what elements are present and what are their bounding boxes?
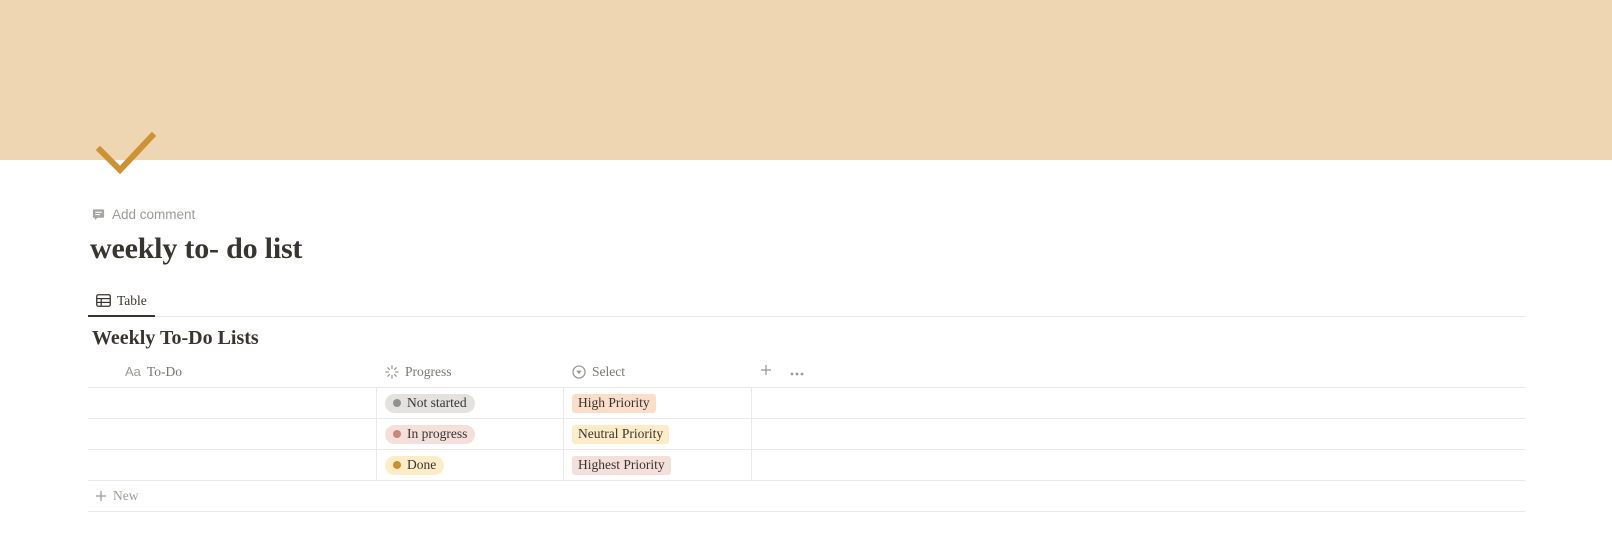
add-comment-label: Add comment xyxy=(112,206,196,222)
table-row[interactable]: Not started High Priority xyxy=(88,388,1525,419)
database-title[interactable]: Weekly To-Do Lists xyxy=(92,327,259,350)
view-tab-table[interactable]: Table xyxy=(88,286,155,317)
status-dot xyxy=(393,430,401,438)
select-tag: Highest Priority xyxy=(572,455,671,475)
page-title[interactable]: weekly to- do list xyxy=(90,232,302,266)
plus-icon xyxy=(96,491,106,501)
select-tag: High Priority xyxy=(572,393,656,413)
status-pill: Not started xyxy=(385,393,475,413)
todo-cell[interactable] xyxy=(88,450,377,480)
text-icon: Aa xyxy=(125,364,141,379)
more-options-button[interactable] xyxy=(790,364,804,380)
column-header-actions xyxy=(752,356,804,387)
progress-cell[interactable]: Not started xyxy=(377,388,564,418)
column-header-label: To-Do xyxy=(146,363,182,379)
table-header-row: Aa To-Do Progress Select xyxy=(88,356,1525,388)
checkmark-icon[interactable] xyxy=(96,130,158,180)
column-header-label: Progress xyxy=(405,363,452,379)
column-header-label: Select xyxy=(592,363,625,379)
more-icon xyxy=(790,372,804,375)
database-table: Aa To-Do Progress Select Not started Hig… xyxy=(88,356,1525,512)
select-cell[interactable]: Highest Priority xyxy=(564,450,752,480)
status-dot xyxy=(393,461,401,469)
comment-icon xyxy=(92,208,105,220)
table-row[interactable]: In progress Neutral Priority xyxy=(88,419,1525,450)
status-dot xyxy=(393,399,401,407)
select-icon xyxy=(572,364,586,379)
column-header-todo[interactable]: Aa To-Do xyxy=(88,356,377,387)
page-cover[interactable] xyxy=(0,0,1612,160)
plus-icon xyxy=(761,364,771,375)
todo-cell[interactable] xyxy=(88,419,377,449)
new-row-button[interactable]: New xyxy=(88,481,1525,512)
table-row[interactable]: Done Highest Priority xyxy=(88,450,1525,481)
database-views-bar: Table xyxy=(88,286,1525,317)
view-tab-label: Table xyxy=(117,292,147,308)
status-pill: Done xyxy=(385,455,445,475)
add-property-button[interactable] xyxy=(760,364,772,380)
select-cell[interactable]: High Priority xyxy=(564,388,752,418)
table-icon xyxy=(96,294,111,307)
add-comment-button[interactable]: Add comment xyxy=(92,204,195,224)
new-row-label: New xyxy=(113,488,139,503)
todo-cell[interactable] xyxy=(88,388,377,418)
status-label: Done xyxy=(407,457,437,472)
select-cell[interactable]: Neutral Priority xyxy=(564,419,752,449)
status-pill: In progress xyxy=(385,424,476,444)
select-tag: Neutral Priority xyxy=(572,424,670,444)
status-label: Not started xyxy=(407,395,467,410)
status-icon xyxy=(385,364,399,379)
progress-cell[interactable]: Done xyxy=(377,450,564,480)
progress-cell[interactable]: In progress xyxy=(377,419,564,449)
column-header-select[interactable]: Select xyxy=(564,356,752,387)
status-label: In progress xyxy=(407,426,468,441)
column-header-progress[interactable]: Progress xyxy=(377,356,564,387)
